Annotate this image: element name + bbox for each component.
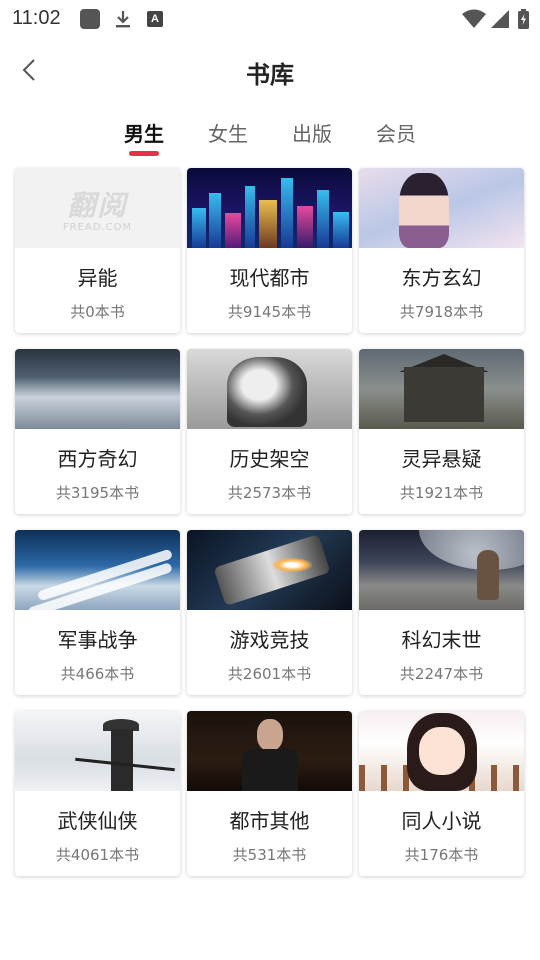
category-name: 科幻末世 xyxy=(401,628,482,652)
category-card-wuxia[interactable]: 武侠仙侠 共4061本书 xyxy=(15,711,180,876)
category-count: 共4061本书 xyxy=(55,846,140,864)
category-cover-image xyxy=(187,711,352,791)
category-card-modern-city[interactable]: 现代都市 共9145本书 xyxy=(187,168,352,333)
tab-bar: 男生 女生 出版 会员 xyxy=(0,110,540,160)
category-name: 现代都市 xyxy=(229,266,310,290)
wifi-icon xyxy=(462,9,486,28)
category-name: 西方奇幻 xyxy=(57,447,138,471)
category-name: 历史架空 xyxy=(229,447,310,471)
category-grid: 翻阅 FREAD.COM 异能 共0本书 现代都市 共9145本书 东方玄幻 共… xyxy=(15,168,524,876)
status-time: 11:02 xyxy=(12,7,61,29)
category-name: 武侠仙侠 xyxy=(57,809,138,833)
category-cover-placeholder: 翻阅 FREAD.COM xyxy=(15,168,180,248)
category-name: 游戏竞技 xyxy=(229,628,310,652)
category-cover-image xyxy=(15,711,180,791)
category-card-eastern-fantasy[interactable]: 东方玄幻 共7918本书 xyxy=(359,168,524,333)
category-cover-image xyxy=(187,168,352,248)
fread-logo-url: FREAD.COM xyxy=(62,221,133,233)
category-card-scifi[interactable]: 科幻末世 共2247本书 xyxy=(359,530,524,695)
category-card-alt-history[interactable]: 历史架空 共2573本书 xyxy=(187,349,352,514)
status-bar: 11:02 A xyxy=(0,0,540,36)
category-count: 共2573本书 xyxy=(227,484,312,502)
category-cover-image xyxy=(359,349,524,429)
signal-icon xyxy=(491,10,509,28)
category-name: 都市其他 xyxy=(229,809,310,833)
tab-vip[interactable]: 会员 xyxy=(371,118,421,147)
category-name: 东方玄幻 xyxy=(401,266,482,290)
category-card-western-fantasy[interactable]: 西方奇幻 共3195本书 xyxy=(15,349,180,514)
tab-publishing[interactable]: 出版 xyxy=(287,118,337,147)
category-count: 共9145本书 xyxy=(227,303,312,321)
category-cover-image xyxy=(15,349,180,429)
category-card-yineng[interactable]: 翻阅 FREAD.COM 异能 共0本书 xyxy=(15,168,180,333)
category-card-military[interactable]: 军事战争 共466本书 xyxy=(15,530,180,695)
fread-logo: 翻阅 xyxy=(67,188,128,222)
category-name: 同人小说 xyxy=(401,809,482,833)
text-a-icon: A xyxy=(147,11,163,27)
app-square-icon xyxy=(80,9,100,29)
category-count: 共2247本书 xyxy=(399,665,484,683)
active-tab-indicator xyxy=(129,151,159,156)
header: 书库 xyxy=(0,40,540,100)
category-name: 异能 xyxy=(77,266,118,290)
category-cover-image xyxy=(359,711,524,791)
category-cover-image xyxy=(187,530,352,610)
category-count: 共466本书 xyxy=(60,665,135,683)
tab-female[interactable]: 女生 xyxy=(203,118,253,147)
category-card-gaming[interactable]: 游戏竞技 共2601本书 xyxy=(187,530,352,695)
category-card-urban-other[interactable]: 都市其他 共531本书 xyxy=(187,711,352,876)
category-card-fanfic[interactable]: 同人小说 共176本书 xyxy=(359,711,524,876)
category-count: 共176本书 xyxy=(404,846,479,864)
category-count: 共2601本书 xyxy=(227,665,312,683)
category-count: 共0本书 xyxy=(70,303,125,321)
page-title: 书库 xyxy=(246,61,294,89)
category-cover-image xyxy=(15,530,180,610)
category-cover-image xyxy=(187,349,352,429)
category-cover-image xyxy=(359,168,524,248)
download-icon xyxy=(116,11,130,28)
category-name: 灵异悬疑 xyxy=(401,447,482,471)
category-card-supernatural[interactable]: 灵异悬疑 共1921本书 xyxy=(359,349,524,514)
battery-icon xyxy=(518,9,529,29)
category-count: 共7918本书 xyxy=(399,303,484,321)
category-count: 共531本书 xyxy=(232,846,307,864)
tab-male[interactable]: 男生 xyxy=(119,118,169,147)
category-count: 共1921本书 xyxy=(399,484,484,502)
category-name: 军事战争 xyxy=(57,628,138,652)
category-cover-image xyxy=(359,530,524,610)
category-count: 共3195本书 xyxy=(55,484,140,502)
